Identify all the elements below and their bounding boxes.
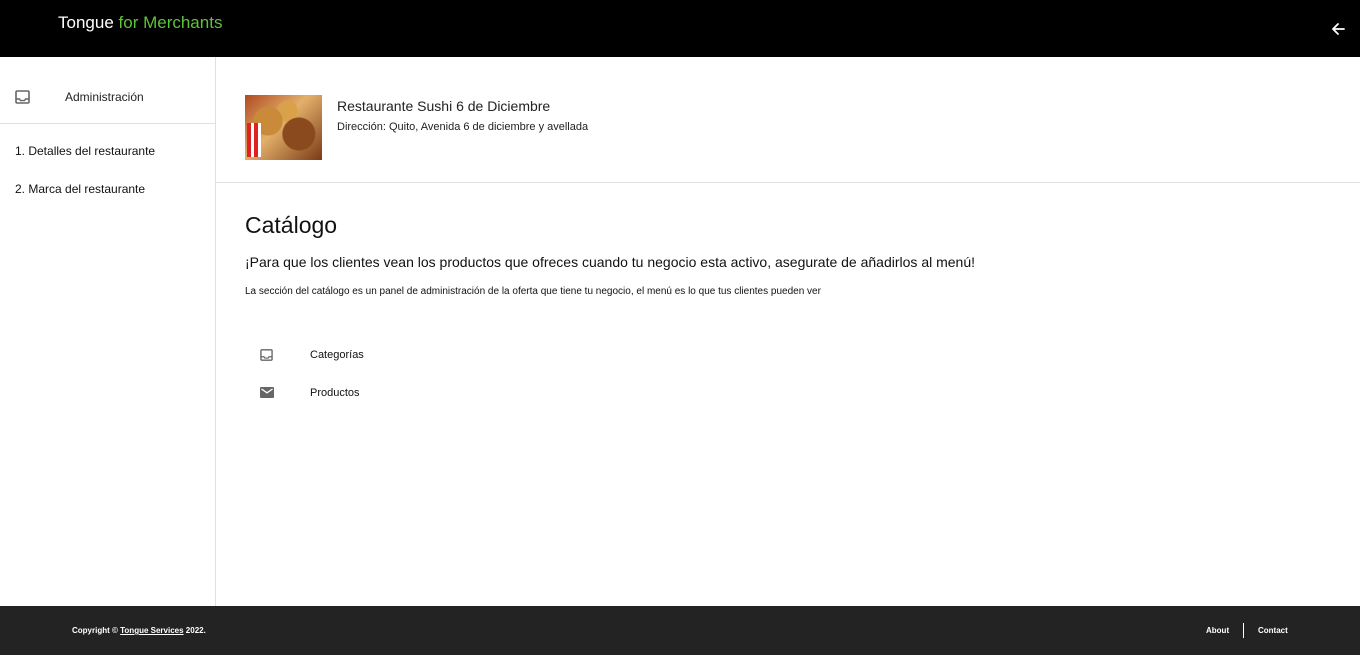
catalog-description: La sección del catálogo es un panel de a… bbox=[245, 286, 821, 297]
catalog-lead: ¡Para que los clientes vean los producto… bbox=[245, 254, 976, 270]
restaurant-header: Restaurante Sushi 6 de Diciembre Direcci… bbox=[216, 57, 1360, 183]
catalog-item-label: Productos bbox=[310, 387, 360, 399]
restaurant-name: Restaurante Sushi 6 de Diciembre bbox=[337, 98, 551, 114]
tongue-services-link[interactable]: Tongue Services bbox=[120, 626, 183, 635]
footer: Copyright © Tongue Services 2022. About … bbox=[0, 606, 1360, 655]
footer-divider bbox=[1243, 623, 1244, 638]
footer-contact-link[interactable]: Contact bbox=[1258, 626, 1288, 635]
catalog-item-productos[interactable]: Productos bbox=[245, 382, 445, 406]
arrow-left-icon bbox=[1332, 23, 1345, 35]
inbox-icon bbox=[260, 349, 273, 361]
mail-icon bbox=[260, 387, 274, 398]
brand-name: Tongue bbox=[58, 13, 114, 32]
catalog-item-categorias[interactable]: Categorías bbox=[245, 344, 445, 368]
catalog-item-label: Categorías bbox=[310, 349, 364, 361]
top-app-bar: Tongue for Merchants bbox=[0, 0, 1360, 57]
inbox-icon bbox=[15, 90, 30, 104]
sidebar-item-administracion[interactable]: Administración bbox=[0, 57, 215, 124]
sidebar-item-detalles[interactable]: 1. Detalles del restaurante bbox=[15, 144, 155, 158]
page-title: Catálogo bbox=[245, 212, 338, 238]
app-brand: Tongue for Merchants bbox=[58, 13, 222, 33]
sidebar-item-marca[interactable]: 2. Marca del restaurante bbox=[15, 182, 145, 196]
restaurant-address: Dirección: Quito, Avenida 6 de diciembre… bbox=[337, 121, 589, 133]
brand-accent: for Merchants bbox=[118, 13, 223, 32]
back-button[interactable] bbox=[1326, 18, 1350, 40]
sidebar-header-label: Administración bbox=[65, 90, 144, 104]
main-content: Restaurante Sushi 6 de Diciembre Direcci… bbox=[216, 57, 1360, 606]
restaurant-thumbnail bbox=[245, 95, 322, 160]
footer-about-link[interactable]: About bbox=[1206, 626, 1229, 635]
copyright-text: Copyright © Tongue Services 2022. bbox=[72, 626, 206, 635]
sidebar: Administración 1. Detalles del restauran… bbox=[0, 57, 216, 606]
